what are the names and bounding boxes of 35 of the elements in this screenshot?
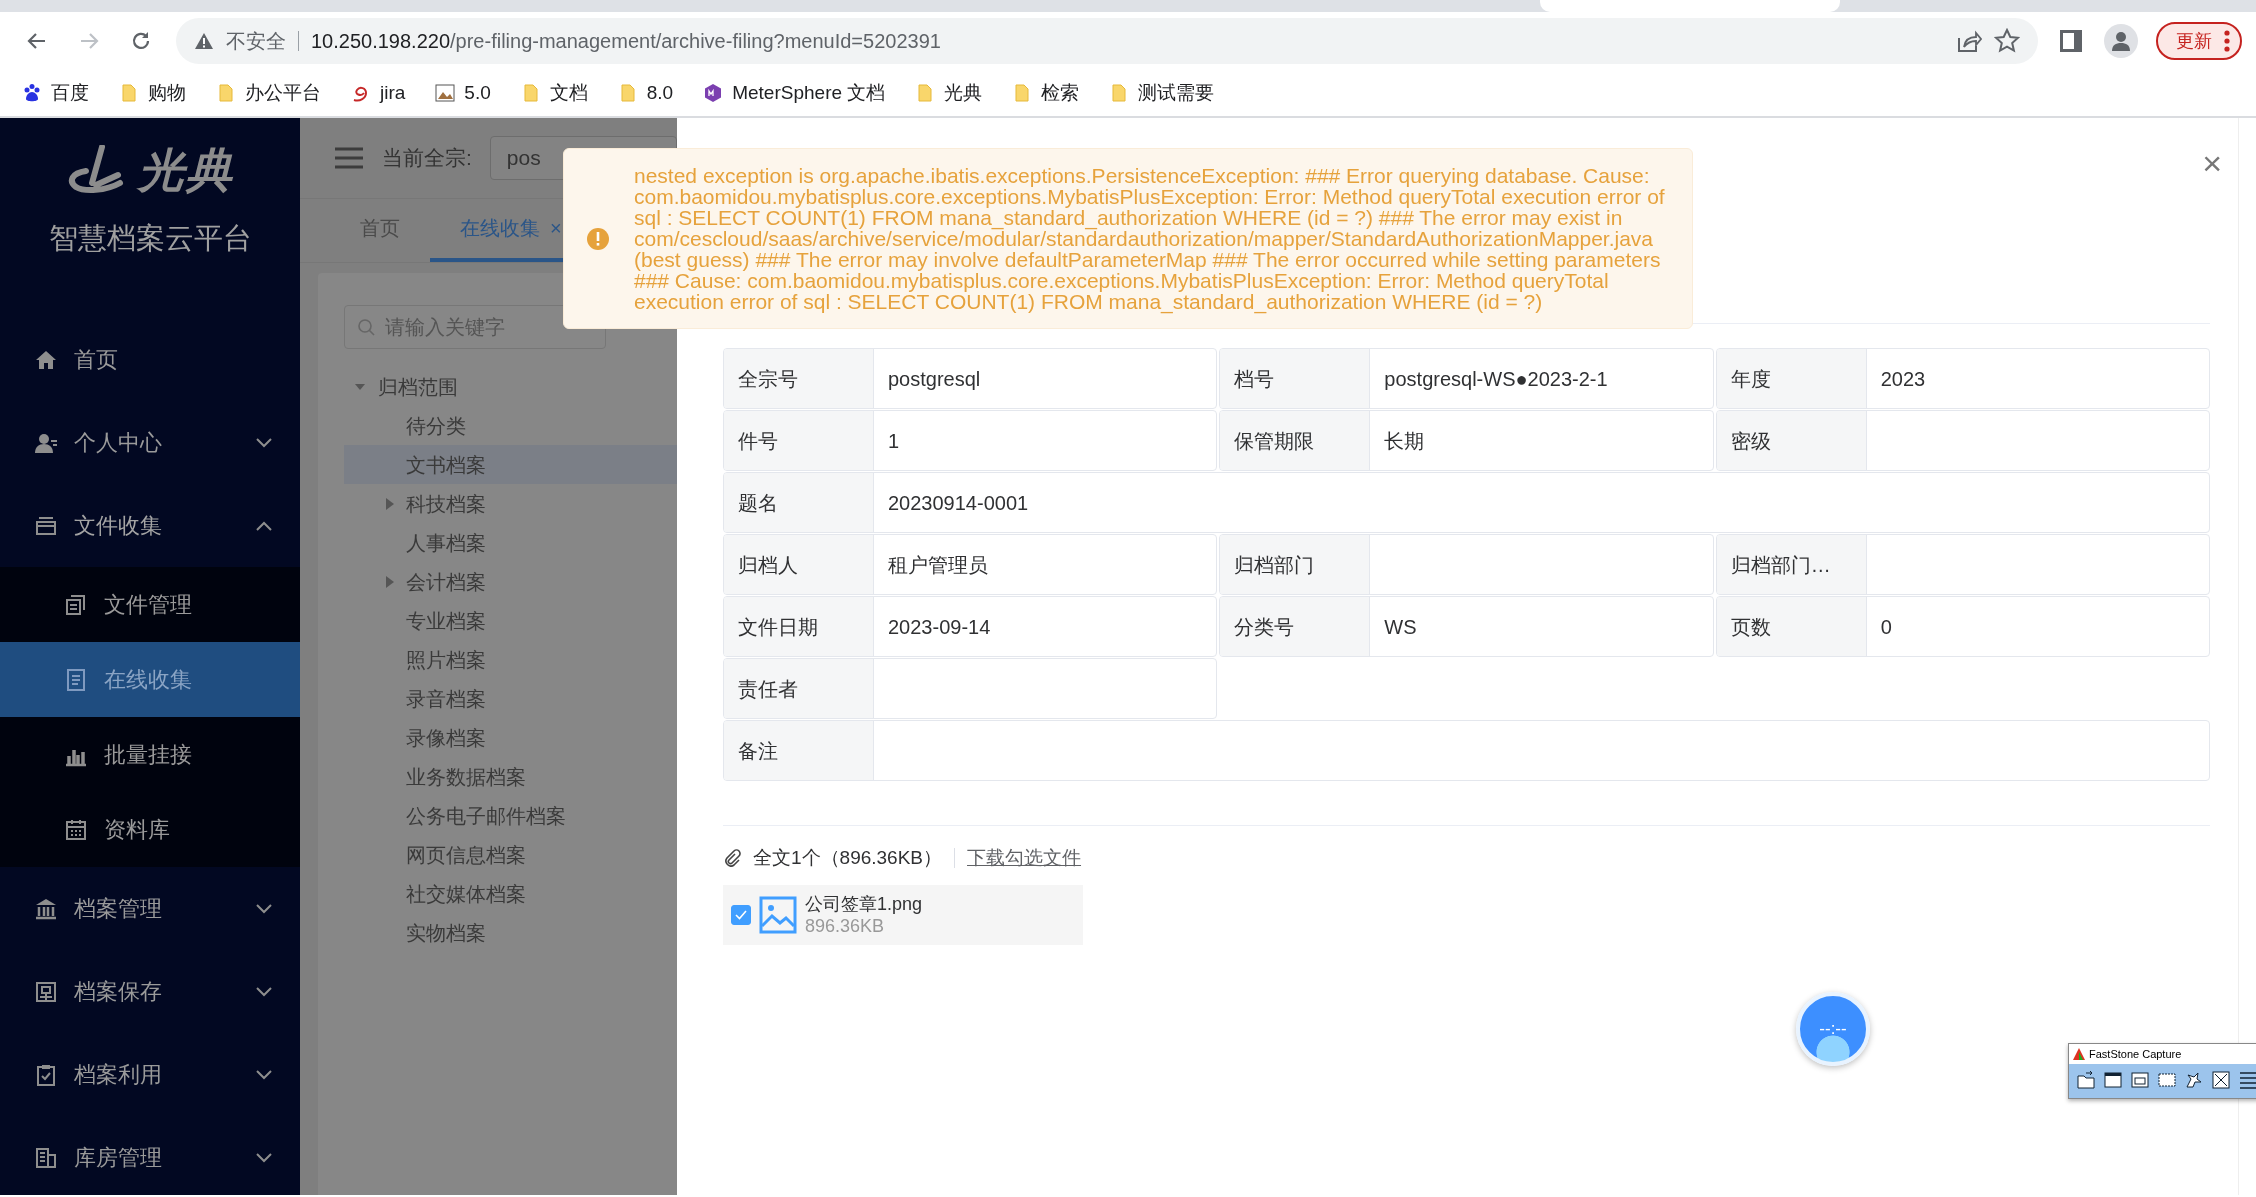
- platform-name: 智慧档案云平台: [48, 221, 252, 256]
- field-value: 2023-09-14: [887, 614, 992, 640]
- field-label: 归档人: [724, 535, 874, 594]
- file-size: 896.36KB: [805, 914, 886, 937]
- field-value: 2023: [1879, 366, 1927, 392]
- attachment-summary: 全文1个（896.36KB）: [753, 846, 943, 870]
- field-value: postgresql: [887, 366, 982, 392]
- fonds-label: 当前全宗:: [382, 145, 472, 172]
- field-label: 全宗号: [724, 349, 874, 408]
- logo-text: 光典: [138, 143, 234, 198]
- field-label: 文件日期: [724, 597, 874, 656]
- field-value: 0: [1879, 614, 1893, 640]
- field-value: 长期: [1383, 428, 1426, 454]
- field-label: 件号: [724, 411, 874, 470]
- toolbar-title: FastStone Capture: [2089, 1046, 2182, 1062]
- url-text: 10.250.198.220/pre-filing-management/archive-filing?menuId=5202391: [311, 29, 941, 54]
- field-label: 归档部门: [1220, 535, 1371, 594]
- field-label: 年度: [1716, 349, 1867, 408]
- field-value: WS: [1383, 614, 1418, 640]
- field-label: 责任者: [724, 659, 874, 718]
- field-label: 保管期限: [1220, 411, 1371, 470]
- field-value: 租户管理员: [887, 552, 989, 578]
- field-label: 题名: [724, 473, 874, 532]
- field-label: 分类号: [1220, 597, 1371, 656]
- field-value: 20230914-0001: [887, 490, 1030, 516]
- field-value: 1: [887, 428, 901, 454]
- field-label: 备注: [724, 721, 874, 780]
- field-label: 档号: [1220, 349, 1371, 408]
- error-message: nested exception is org.apache.ibatis.exceptions.PersistenceException: ### Error querying database. Cause: com.baomidou.mybatisplus.core.exceptions.MybatisPlusException: Error: Method queryTotal execution error of sql : SELECT COUNT(1) FROM mana_standard_authorization WHERE (id = ?) ### The error may exist in com/cescloud/saas/archive/service/modular/standardauthorization/mapper/StandardAuthorizationMapper.java (best guess) ### The error may involve defaultParameterMap ### The error occurred while setting parameters ### Cause: com.baomidou.mybatisplus.core.exceptions.MybatisPlusException: Error: Method queryTotal execution error of sql : SELECT COUNT(1) FROM mana_standard_authorization WHERE (id = ?): [634, 165, 1666, 312]
- field-label: 页数: [1716, 597, 1867, 656]
- field-label: 归档部门…: [1716, 535, 1867, 594]
- field-value: postgresql-WS●2023-2-1: [1383, 366, 1609, 392]
- file-name: 公司签章1.png: [805, 892, 923, 915]
- field-label: 密级: [1716, 411, 1867, 470]
- security-label: 不安全: [226, 29, 286, 54]
